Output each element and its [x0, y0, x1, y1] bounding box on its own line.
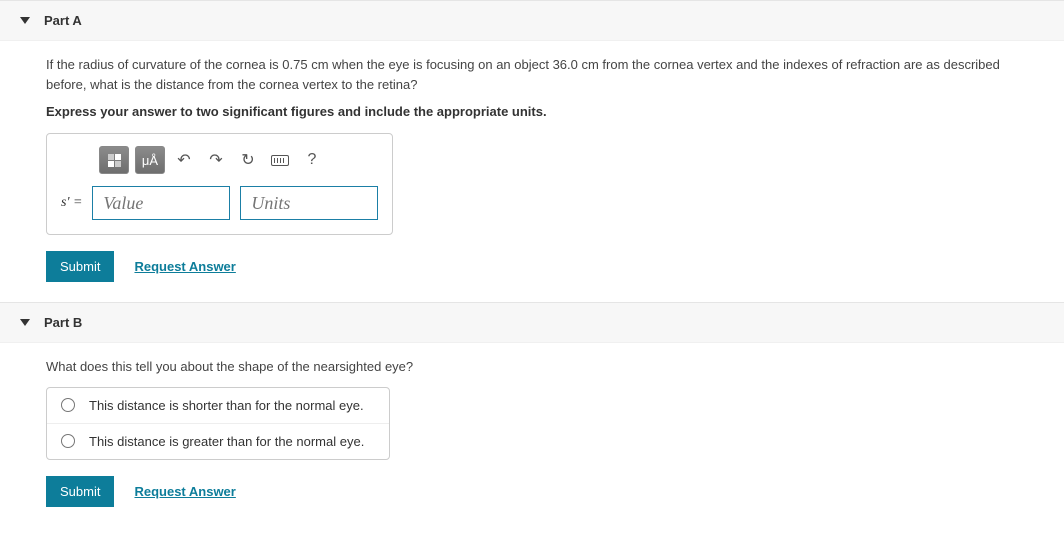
- part-b-header[interactable]: Part B: [0, 303, 1064, 343]
- answer-toolbar: μÅ ↶ ↷ ↻ ?: [99, 146, 378, 174]
- redo-icon: ↷: [209, 150, 222, 170]
- mc-option[interactable]: This distance is greater than for the no…: [47, 423, 389, 459]
- submit-button[interactable]: Submit: [46, 251, 114, 282]
- part-b-actions: Submit Request Answer: [46, 476, 1018, 507]
- template-button[interactable]: [99, 146, 129, 174]
- part-a-body: If the radius of curvature of the cornea…: [0, 41, 1064, 302]
- reset-icon: ↻: [241, 150, 254, 170]
- mc-box: This distance is shorter than for the no…: [46, 387, 390, 460]
- part-a: Part A If the radius of curvature of the…: [0, 0, 1064, 302]
- mc-option-label[interactable]: This distance is greater than for the no…: [89, 434, 364, 449]
- radio-input[interactable]: [61, 434, 75, 448]
- keyboard-icon: [271, 155, 289, 166]
- part-a-instruction: Express your answer to two significant f…: [46, 104, 1018, 119]
- part-a-title: Part A: [44, 13, 82, 28]
- help-button[interactable]: ?: [299, 146, 325, 174]
- template-icon: [105, 151, 124, 170]
- part-b-body: What does this tell you about the shape …: [0, 343, 1064, 527]
- answer-box: μÅ ↶ ↷ ↻ ? s' =: [46, 133, 393, 235]
- units-picker-button[interactable]: μÅ: [135, 146, 165, 174]
- part-a-actions: Submit Request Answer: [46, 251, 1018, 282]
- keyboard-button[interactable]: [267, 146, 293, 174]
- input-row: s' =: [61, 186, 378, 220]
- part-a-question: If the radius of curvature of the cornea…: [46, 55, 1018, 94]
- mc-option-label[interactable]: This distance is shorter than for the no…: [89, 398, 364, 413]
- collapse-icon: [20, 319, 30, 326]
- undo-button[interactable]: ↶: [171, 146, 197, 174]
- part-a-header[interactable]: Part A: [0, 1, 1064, 41]
- request-answer-link[interactable]: Request Answer: [134, 259, 235, 274]
- mc-option[interactable]: This distance is shorter than for the no…: [47, 388, 389, 423]
- help-icon: ?: [308, 151, 317, 169]
- collapse-icon: [20, 17, 30, 24]
- reset-button[interactable]: ↻: [235, 146, 261, 174]
- undo-icon: ↶: [177, 150, 190, 170]
- request-answer-link[interactable]: Request Answer: [134, 484, 235, 499]
- units-picker-label: μÅ: [142, 153, 158, 168]
- variable-label: s' =: [61, 195, 82, 211]
- units-input[interactable]: [240, 186, 378, 220]
- value-input[interactable]: [92, 186, 230, 220]
- part-b-question: What does this tell you about the shape …: [46, 357, 1018, 377]
- part-b-title: Part B: [44, 315, 82, 330]
- part-b: Part B What does this tell you about the…: [0, 302, 1064, 527]
- submit-button[interactable]: Submit: [46, 476, 114, 507]
- redo-button[interactable]: ↷: [203, 146, 229, 174]
- radio-input[interactable]: [61, 398, 75, 412]
